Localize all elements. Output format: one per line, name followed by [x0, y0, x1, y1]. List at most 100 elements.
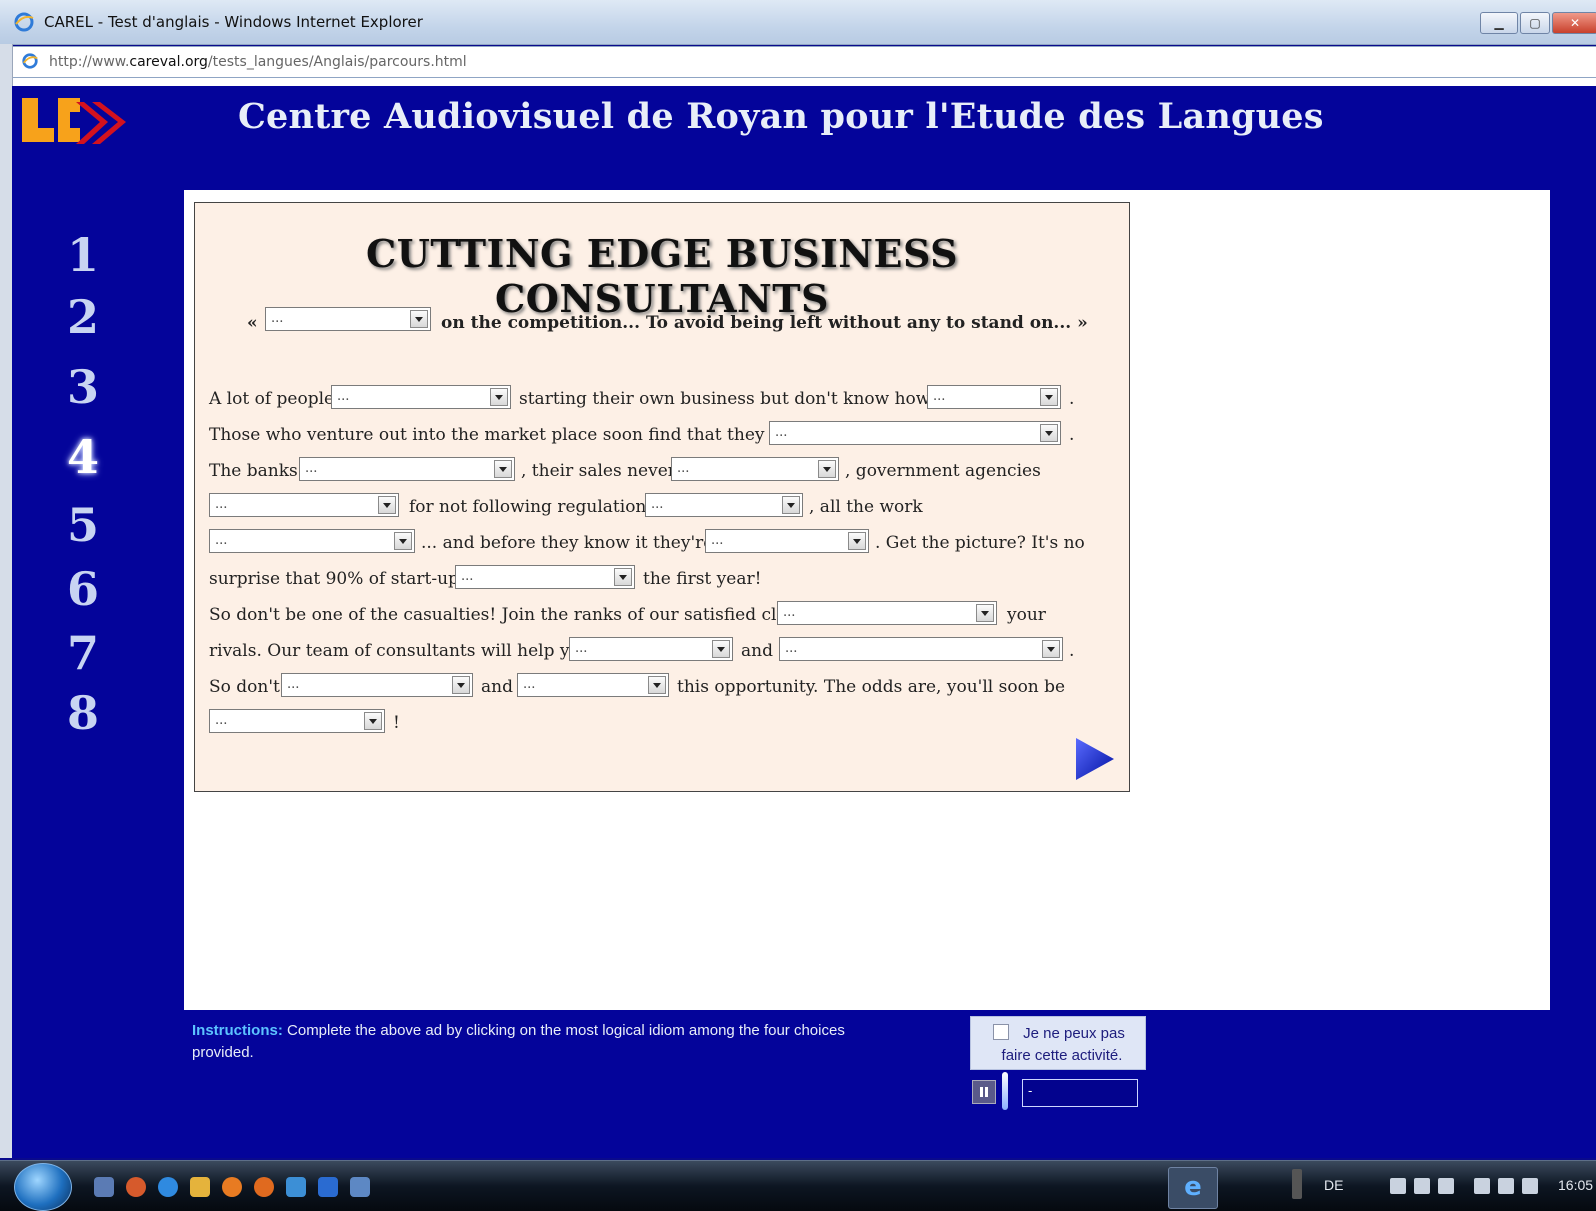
chevron-down-icon	[378, 496, 396, 514]
pause-button[interactable]	[972, 1080, 996, 1104]
text-line7-a: So don't be one of the casualties! Join …	[209, 605, 819, 625]
volume-icon[interactable]	[1522, 1178, 1538, 1194]
text-line8-b: and	[741, 641, 773, 661]
idiom-select-5[interactable]: ...	[671, 457, 839, 481]
step-2[interactable]: 2	[58, 290, 108, 344]
idiom-select-12[interactable]: ...	[569, 637, 733, 661]
chevron-down-icon	[364, 712, 382, 730]
cannot-do-label: Je ne peux pas faire cette activité.	[1001, 1025, 1125, 1064]
chevron-down-icon	[1042, 640, 1060, 658]
instructions: Instructions: Complete the above ad by c…	[192, 1020, 892, 1064]
idiom-select-10[interactable]: ...	[455, 565, 635, 589]
site-title: Centre Audiovisuel de Royan pour l'Etude…	[238, 96, 1324, 137]
idiom-select-2[interactable]: ...	[927, 385, 1061, 409]
text-line10-a: !	[393, 713, 400, 733]
text-line5-b: . Get the picture? It's no	[875, 533, 1085, 553]
idiom-select-14[interactable]: ...	[281, 673, 473, 697]
idiom-select-15[interactable]: ...	[517, 673, 669, 697]
select-value: ...	[575, 641, 588, 656]
chevron-down-icon	[394, 532, 412, 550]
app-icon[interactable]	[286, 1177, 306, 1197]
text-line3-c: , government agencies	[845, 461, 1041, 481]
chevron-down-icon	[976, 604, 994, 622]
language-indicator[interactable]: DE	[1324, 1177, 1343, 1193]
step-1[interactable]: 1	[58, 228, 108, 282]
idiom-select-1[interactable]: ...	[331, 385, 511, 409]
text-line8-a: rivals. Our team of consultants will hel…	[209, 641, 591, 661]
text-line3-a: The banks	[209, 461, 298, 481]
chevron-down-icon	[648, 676, 666, 694]
idiom-select-13[interactable]: ...	[779, 637, 1063, 661]
text-line9-b: and	[481, 677, 513, 697]
tray-power-icon[interactable]	[1474, 1178, 1490, 1194]
select-value: ...	[783, 605, 796, 620]
cannot-do-activity[interactable]: Je ne peux pas faire cette activité.	[970, 1016, 1146, 1070]
idiom-select-11[interactable]: ...	[777, 601, 997, 625]
select-value: ...	[215, 497, 228, 512]
step-5[interactable]: 5	[58, 498, 108, 552]
chevron-down-icon	[410, 310, 428, 328]
tray-display-icon[interactable]	[1414, 1178, 1430, 1194]
idiom-select-3[interactable]: ...	[769, 421, 1061, 445]
text-line7-b: your	[1007, 605, 1046, 625]
select-value: ...	[523, 677, 536, 692]
select-value: ...	[215, 713, 228, 728]
firefox-alt-icon[interactable]	[254, 1177, 274, 1197]
step-6[interactable]: 6	[58, 562, 108, 616]
chevron-down-icon	[848, 532, 866, 550]
idiom-select-9[interactable]: ...	[705, 529, 869, 553]
window-switch-icon[interactable]	[350, 1177, 370, 1197]
idiom-select-4[interactable]: ...	[299, 457, 515, 481]
chrome-icon[interactable]	[126, 1177, 146, 1197]
text-line6-a: surprise that 90% of start-ups	[209, 569, 468, 589]
select-value: ...	[651, 497, 664, 512]
text-line4-b: , all the work	[809, 497, 923, 517]
next-arrow-icon[interactable]	[1074, 736, 1116, 782]
select-value: ...	[287, 677, 300, 692]
idiom-select-16[interactable]: ...	[209, 709, 385, 733]
select-value: ...	[677, 461, 690, 476]
ie-icon[interactable]	[158, 1177, 178, 1197]
minimize-button[interactable]: ▁	[1480, 12, 1518, 34]
clock[interactable]: 16:05	[1558, 1177, 1593, 1193]
close-button[interactable]: ✕	[1552, 12, 1596, 34]
address-bar[interactable]: http://www.careval.org/tests_langues/Ang…	[12, 46, 1596, 78]
chevron-down-icon	[452, 676, 470, 694]
firefox-icon[interactable]	[222, 1177, 242, 1197]
step-7[interactable]: 7	[58, 626, 108, 680]
instructions-label: Instructions:	[192, 1022, 283, 1039]
show-desktop-icon[interactable]	[94, 1177, 114, 1197]
maximize-button[interactable]: ▢	[1520, 12, 1550, 34]
tray-wifi-icon[interactable]	[1498, 1178, 1514, 1194]
tray-network-icon[interactable]	[1390, 1178, 1406, 1194]
media-player-icon[interactable]	[318, 1177, 338, 1197]
quote-text: on the competition... To avoid being lef…	[441, 313, 1088, 333]
text-line9-a: So don't	[209, 677, 280, 697]
mail-icon[interactable]	[190, 1177, 210, 1197]
taskbar-ie-button[interactable]: e	[1168, 1167, 1218, 1209]
idiom-select-8[interactable]: ...	[209, 529, 415, 553]
select-value: ...	[775, 425, 788, 440]
select-value: ...	[711, 533, 724, 548]
idiom-select-7[interactable]: ...	[645, 493, 803, 517]
step-4-current[interactable]: 4	[58, 430, 108, 484]
text-line4-a: for not following regulations	[409, 497, 656, 517]
text-line1-b: starting their own business but don't kn…	[519, 389, 953, 409]
chevron-down-icon	[494, 460, 512, 478]
chevron-down-icon	[614, 568, 632, 586]
text-line9-c: this opportunity. The odds are, you'll s…	[677, 677, 1066, 697]
window-titlebar: CAREL - Test d'anglais - Windows Interne…	[0, 0, 1596, 45]
timer-indicator-icon	[1002, 1072, 1008, 1110]
start-button[interactable]	[14, 1163, 72, 1211]
tray-m-icon[interactable]	[1438, 1178, 1454, 1194]
idiom-select-6[interactable]: ...	[209, 493, 399, 517]
idiom-select-quote[interactable]: ...	[265, 307, 431, 331]
chevron-down-icon	[712, 640, 730, 658]
text-line2-a: Those who venture out into the market pl…	[209, 425, 811, 445]
ie-logo-icon	[14, 12, 34, 32]
text-line1-c: .	[1069, 389, 1075, 409]
tray-scroll-icon[interactable]	[1292, 1169, 1302, 1199]
chevron-down-icon	[490, 388, 508, 406]
step-3[interactable]: 3	[58, 360, 108, 414]
step-8[interactable]: 8	[58, 686, 108, 740]
